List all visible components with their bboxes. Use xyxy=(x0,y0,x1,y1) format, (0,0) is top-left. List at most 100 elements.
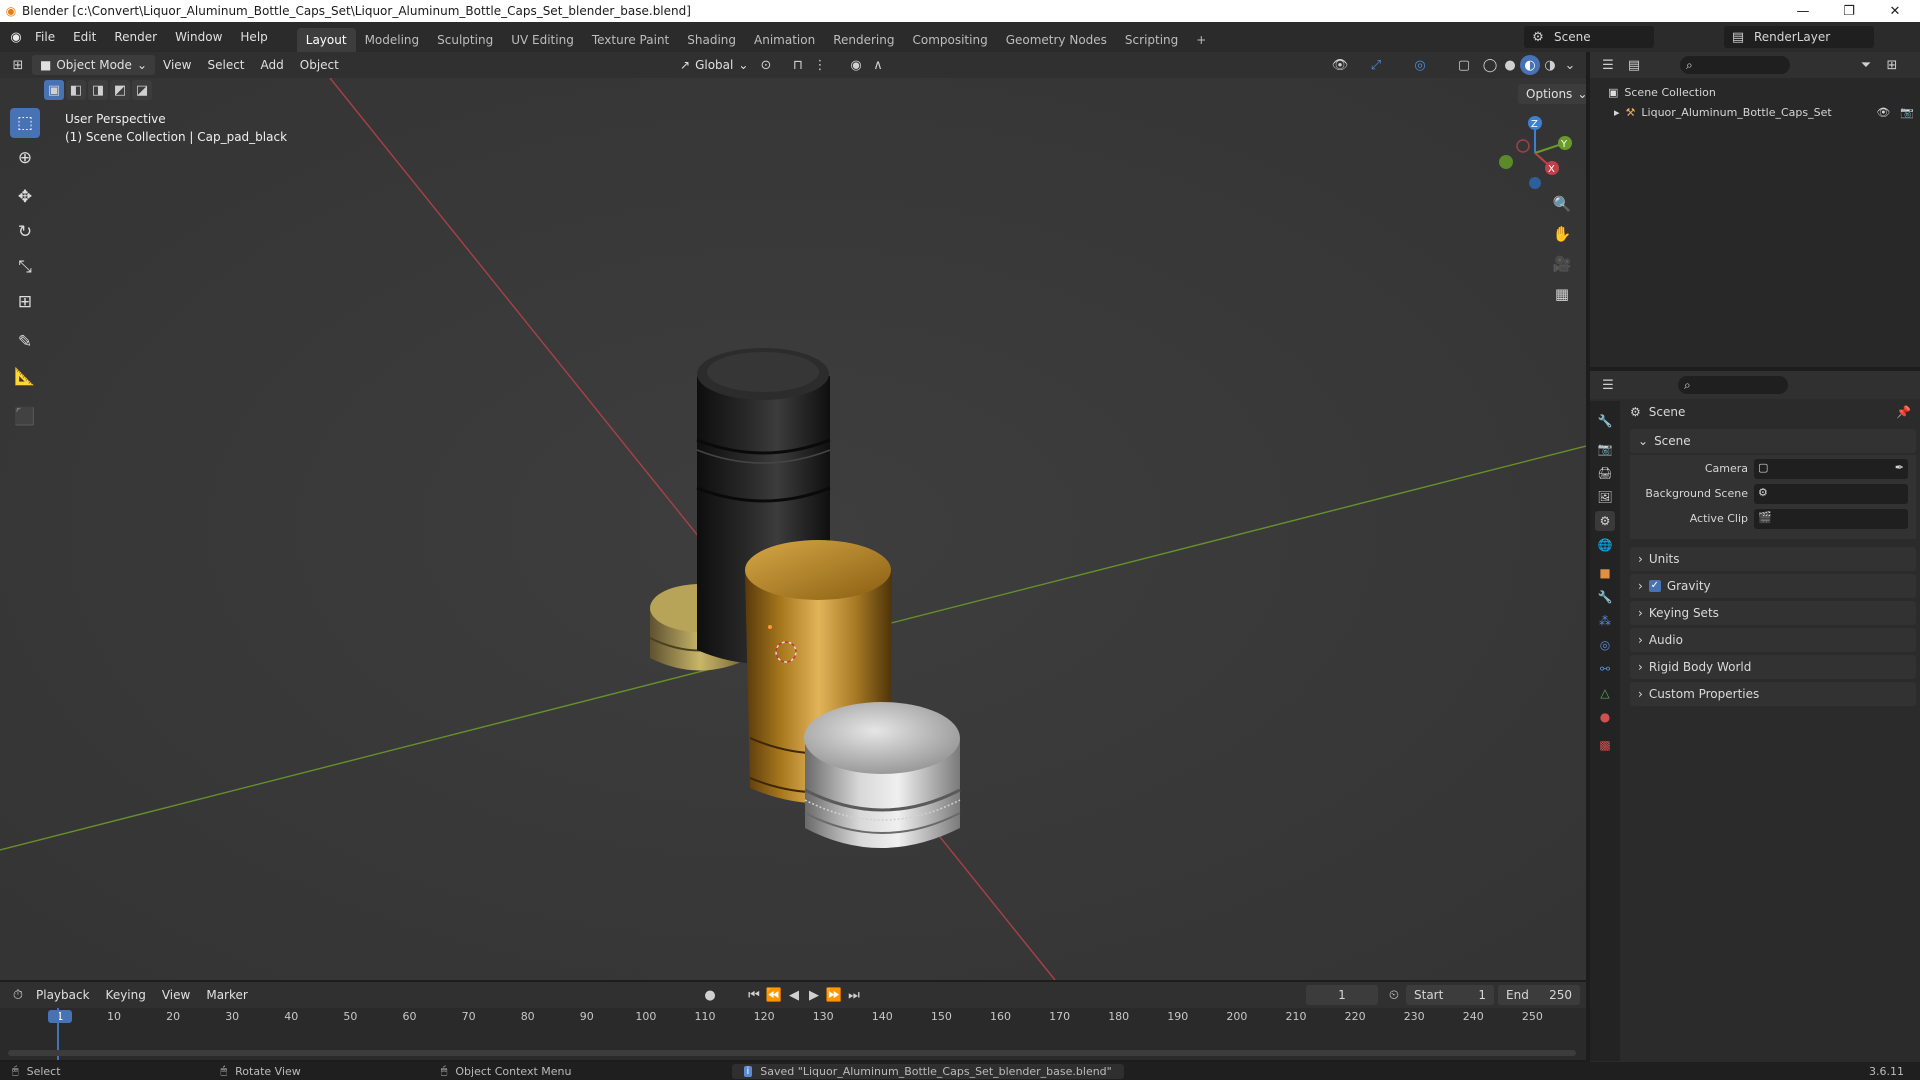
audio-panel[interactable]: › Audio xyxy=(1630,628,1916,652)
menu-keying[interactable]: Keying xyxy=(98,988,154,1002)
tab-texture-paint[interactable]: Texture Paint xyxy=(583,28,678,52)
menu-help[interactable]: Help xyxy=(231,22,276,52)
output-tab-icon[interactable]: 🖨 xyxy=(1595,463,1615,483)
tab-uv-editing[interactable]: UV Editing xyxy=(502,28,583,52)
rigid-body-world-panel[interactable]: › Rigid Body World xyxy=(1630,655,1916,679)
camera-field[interactable]: ▢ ✒ xyxy=(1754,459,1908,479)
menu-render[interactable]: Render xyxy=(105,22,166,52)
menu-edit[interactable]: Edit xyxy=(64,22,105,52)
options-dropdown[interactable]: Options ⌄ xyxy=(1518,84,1586,104)
tab-animation[interactable]: Animation xyxy=(745,28,824,52)
tool-measure[interactable]: 📐 xyxy=(10,362,40,392)
menu-view[interactable]: View xyxy=(155,58,199,72)
solid-shading-icon[interactable]: ● xyxy=(1500,55,1520,75)
texture-tab-icon[interactable]: ▩ xyxy=(1595,735,1615,755)
pin-icon[interactable]: 📌 xyxy=(1896,405,1911,419)
tab-modeling[interactable]: Modeling xyxy=(356,28,429,52)
view-layer-selector[interactable]: ▤ RenderLayer xyxy=(1724,26,1874,48)
scene-section-header[interactable]: ⌄ Scene xyxy=(1630,429,1916,453)
tab-rendering[interactable]: Rendering xyxy=(824,28,903,52)
prev-keyframe-icon[interactable]: ⏪ xyxy=(764,985,784,1005)
timeline-area[interactable]: 1 10 20 30 40 50 60 70 80 90 100 110 120 130 140 150 160… xyxy=(0,1008,1586,1060)
gizmo-toggle-icon[interactable]: ⤢ xyxy=(1366,55,1386,75)
world-tab-icon[interactable]: 🌐 xyxy=(1595,535,1615,555)
background-scene-field[interactable]: ⚙ xyxy=(1754,484,1908,504)
select-subtract-icon[interactable]: ◨ xyxy=(88,80,108,100)
clock-icon[interactable]: ⏲ xyxy=(1384,985,1404,1005)
end-frame-field[interactable]: End 250 xyxy=(1498,985,1580,1005)
status-message-box[interactable]: i Saved "Liquor_Aluminum_Bottle_Caps_Set… xyxy=(731,1063,1124,1079)
tool-select-box[interactable]: ⬚ xyxy=(10,108,40,138)
editor-type-icon[interactable]: ⊞ xyxy=(8,55,28,75)
editor-type-icon[interactable]: ☰ xyxy=(1598,55,1618,75)
render-tab-icon[interactable]: 📷 xyxy=(1595,439,1615,459)
editor-type-icon[interactable]: ☰ xyxy=(1598,375,1618,395)
active-clip-field[interactable]: 🎬 xyxy=(1754,509,1908,529)
filter-icon[interactable]: ⏷ xyxy=(1856,55,1876,75)
tab-sculpting[interactable]: Sculpting xyxy=(428,28,502,52)
scene-tab-icon[interactable]: ⚙ xyxy=(1595,511,1615,531)
camera-render-icon[interactable]: 📷 xyxy=(1900,106,1914,119)
close-button[interactable]: ✕ xyxy=(1872,0,1918,22)
expand-arrow-icon[interactable]: ▸ xyxy=(1614,106,1620,119)
data-tab-icon[interactable]: △ xyxy=(1595,683,1615,703)
select-extend-icon[interactable]: ◧ xyxy=(66,80,86,100)
eye-icon[interactable]: 👁 xyxy=(1876,106,1890,119)
tool-scale[interactable]: ⤡ xyxy=(10,252,40,282)
material-shading-icon[interactable]: ◐ xyxy=(1520,55,1540,75)
3d-viewport[interactable]: ▣ ◧ ◨ ◩ ◪ User Perspective (1) Scene Col… xyxy=(0,78,1586,980)
select-new-icon[interactable]: ▣ xyxy=(44,80,64,100)
eyedropper-icon[interactable]: ✒ xyxy=(1895,461,1904,474)
menu-add[interactable]: Add xyxy=(253,58,292,72)
blender-menu-icon[interactable]: ◉ xyxy=(6,27,26,47)
constraints-tab-icon[interactable]: ⚯ xyxy=(1595,659,1615,679)
visibility-icon[interactable]: 👁 xyxy=(1330,55,1350,75)
view-layer-tab-icon[interactable]: 🖼 xyxy=(1595,487,1615,507)
material-tab-icon[interactable]: ● xyxy=(1595,707,1615,727)
modifier-tab-icon[interactable]: 🔧 xyxy=(1595,587,1615,607)
tool-rotate[interactable]: ↻ xyxy=(10,217,40,247)
snap-target-icon[interactable]: ⋮ xyxy=(810,55,830,75)
tool-tab-icon[interactable]: 🔧 xyxy=(1595,411,1615,431)
play-icon[interactable]: ▶ xyxy=(804,985,824,1005)
minimize-button[interactable]: — xyxy=(1780,0,1826,22)
tab-shading[interactable]: Shading xyxy=(678,28,745,52)
menu-window[interactable]: Window xyxy=(166,22,231,52)
outliner-search-input[interactable]: ⌕ xyxy=(1680,56,1790,74)
jump-end-icon[interactable]: ⏭ xyxy=(844,985,864,1005)
rendered-shading-icon[interactable]: ◑ xyxy=(1540,55,1560,75)
proportional-edit-icon[interactable]: ◉ xyxy=(846,55,866,75)
play-reverse-icon[interactable]: ◀ xyxy=(784,985,804,1005)
tab-geometry-nodes[interactable]: Geometry Nodes xyxy=(997,28,1116,52)
menu-marker[interactable]: Marker xyxy=(198,988,255,1002)
add-workspace-button[interactable]: + xyxy=(1187,28,1215,52)
tool-cursor[interactable]: ⊕ xyxy=(10,143,40,173)
keying-sets-panel[interactable]: › Keying Sets xyxy=(1630,601,1916,625)
display-mode-icon[interactable]: ▤ xyxy=(1624,55,1644,75)
menu-timeline-view[interactable]: View xyxy=(154,988,198,1002)
navigation-gizmo[interactable]: Z Y X xyxy=(1490,108,1580,198)
outliner-item-row[interactable]: ▸ ⚒ Liquor_Aluminum_Bottle_Caps_Set 👁 📷 xyxy=(1614,106,1914,119)
menu-playback[interactable]: Playback xyxy=(28,988,98,1002)
zoom-icon[interactable]: 🔍 xyxy=(1552,194,1572,214)
overlay-toggle-icon[interactable]: ◎ xyxy=(1410,55,1430,75)
particles-tab-icon[interactable]: ⁂ xyxy=(1595,611,1615,631)
tool-transform[interactable]: ⊞ xyxy=(10,287,40,317)
menu-object[interactable]: Object xyxy=(292,58,347,72)
maximize-button[interactable]: ❐ xyxy=(1826,0,1872,22)
jump-start-icon[interactable]: ⏮ xyxy=(744,985,764,1005)
tab-layout[interactable]: Layout xyxy=(296,28,356,52)
object-tab-icon[interactable]: ■ xyxy=(1595,563,1615,583)
physics-tab-icon[interactable]: ◎ xyxy=(1595,635,1615,655)
tab-compositing[interactable]: Compositing xyxy=(903,28,996,52)
menu-select[interactable]: Select xyxy=(199,58,252,72)
tool-add-cube[interactable]: ⬛ xyxy=(10,402,40,432)
pivot-icon[interactable]: ⊙ xyxy=(756,55,776,75)
falloff-icon[interactable]: ∧ xyxy=(868,55,888,75)
scene-selector[interactable]: ⚙ Scene xyxy=(1524,26,1654,48)
new-collection-icon[interactable]: ⊞ xyxy=(1882,55,1902,75)
tool-move[interactable]: ✥ xyxy=(10,182,40,212)
next-keyframe-icon[interactable]: ⏩ xyxy=(824,985,844,1005)
tool-annotate[interactable]: ✎ xyxy=(10,327,40,357)
select-intersect-icon[interactable]: ◪ xyxy=(132,80,152,100)
